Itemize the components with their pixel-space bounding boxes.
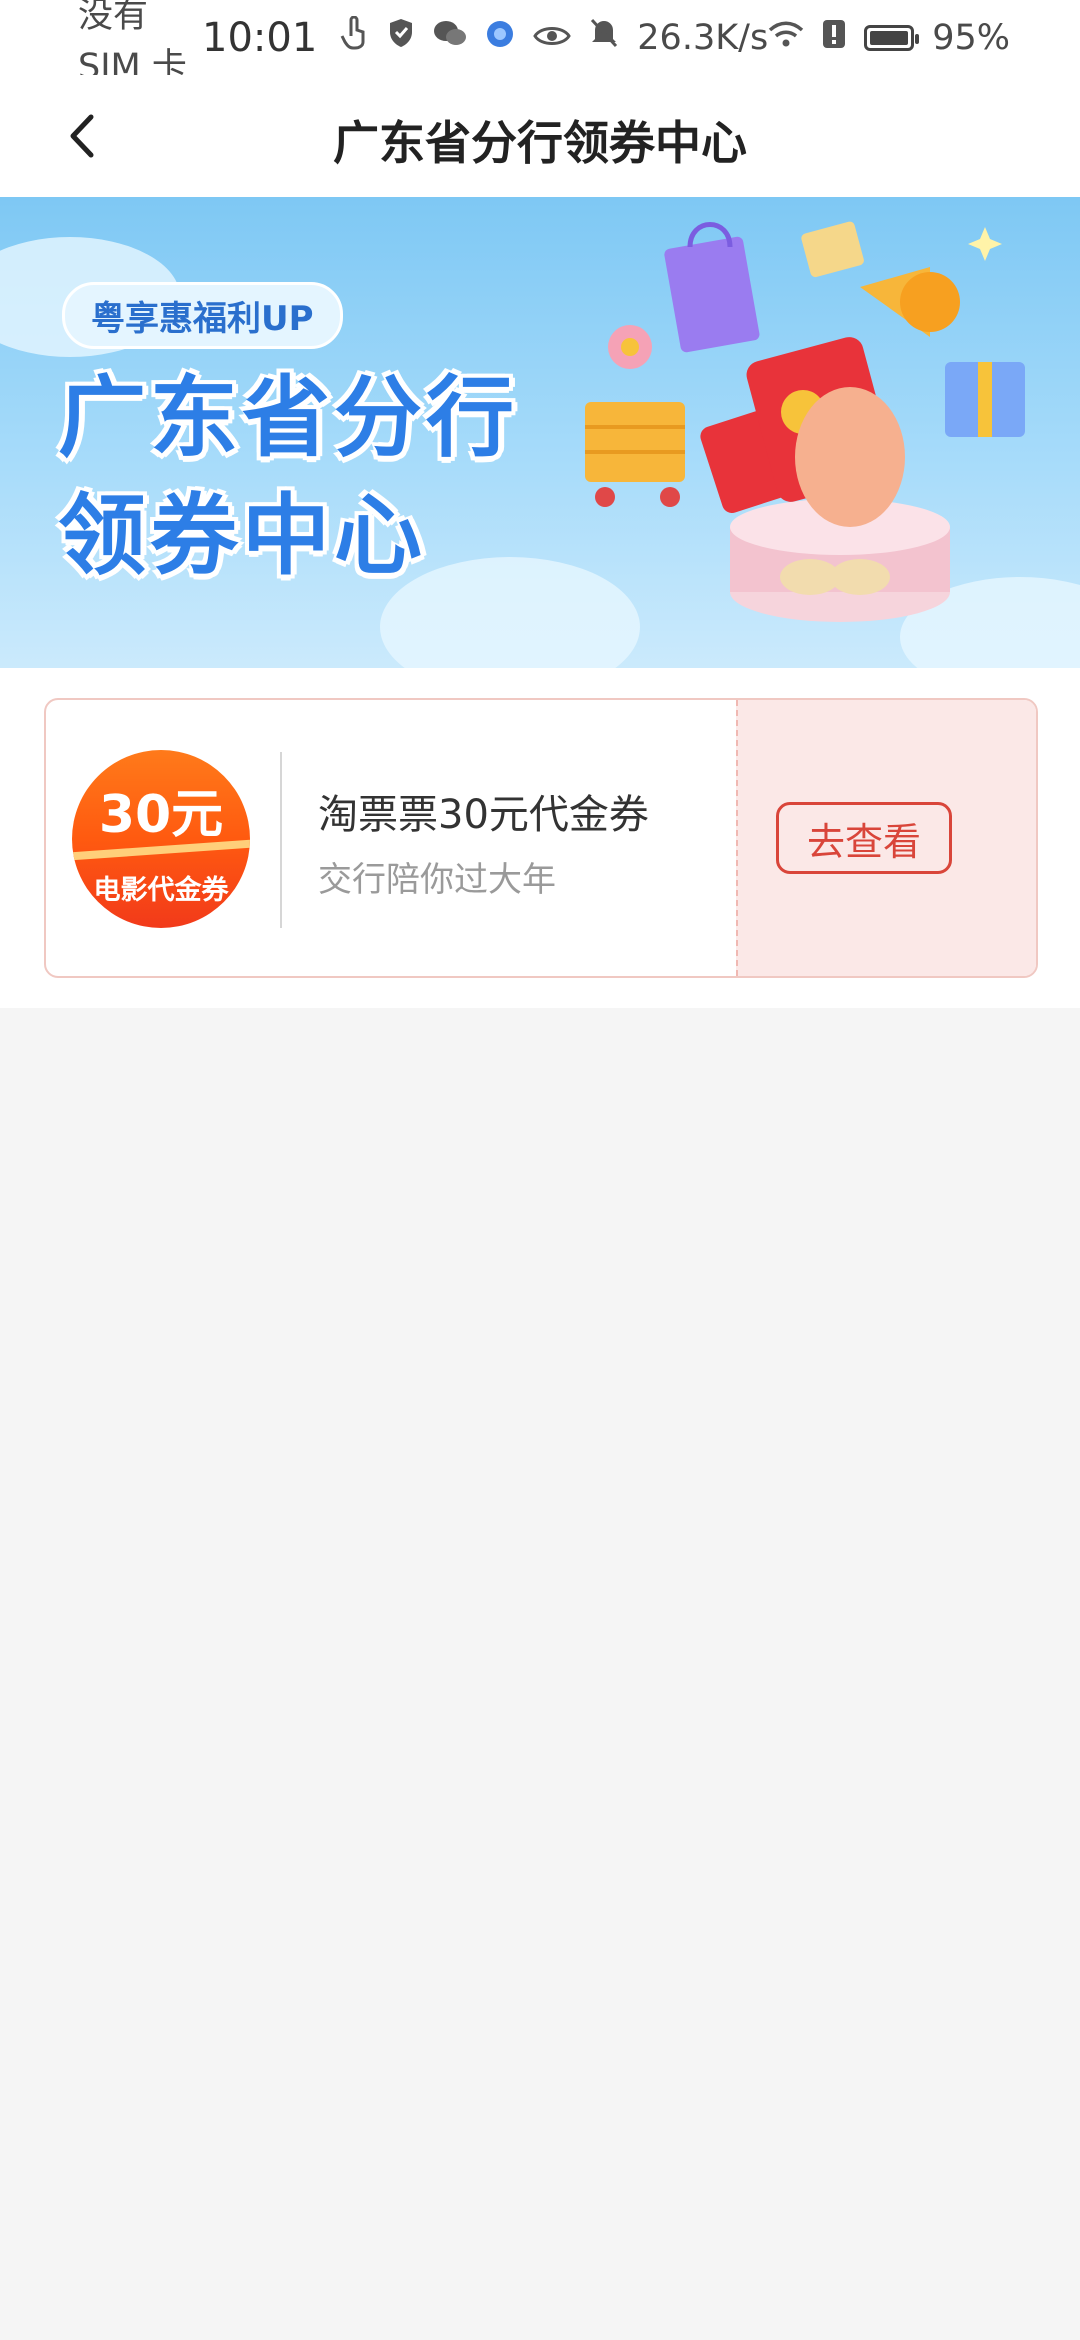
shield-icon [387, 17, 415, 58]
movie-coupon-logo: 30元 电影代金券 [72, 750, 250, 928]
coupon-card[interactable]: 30元 电影代金券 淘票票30元代金券 交行陪你过大年 去查看 [44, 698, 1038, 978]
browser-icon [485, 18, 515, 58]
view-coupon-button[interactable]: 去查看 [776, 802, 952, 874]
battery-icon [864, 24, 920, 51]
coupon-amount: 30元 [98, 785, 224, 845]
eye-icon [533, 18, 572, 58]
banner-badge: 粤享惠福利UP [62, 282, 343, 349]
wechat-icon [433, 18, 467, 58]
battery-percent: 95% [932, 17, 1010, 58]
coupon-divider [280, 752, 282, 928]
coupon-list: 30元 电影代金券 淘票票30元代金券 交行陪你过大年 去查看 [0, 668, 1080, 1008]
touch-icon [339, 15, 369, 59]
coupon-logo-label: 电影代金券 [93, 875, 229, 906]
status-time: 10:01 [202, 14, 318, 61]
status-bar: 没有 SIM 卡 10:01 26.3K/s 95% [0, 0, 1080, 87]
banner-title-line1: 广东省分行 [58, 366, 519, 469]
coupon-title: 淘票票30元代金券 [318, 792, 649, 838]
coupon-subtitle: 交行陪你过大年 [318, 860, 556, 900]
net-speed: 26.3K/s [637, 17, 769, 58]
nav-bar: 广东省分行领券中心 [0, 75, 1080, 197]
mute-bell-icon [589, 17, 619, 58]
coupon-action-area: 去查看 [736, 700, 1036, 976]
gift-illustration [585, 221, 1025, 622]
alert-icon [822, 18, 846, 58]
page-title: 广东省分行领券中心 [333, 116, 747, 170]
banner-title-line2: 领券中心 [58, 484, 427, 587]
promo-banner: 粤享惠福利UP 广东省分行 领券中心 [0, 197, 1080, 668]
wifi-icon [768, 18, 804, 58]
